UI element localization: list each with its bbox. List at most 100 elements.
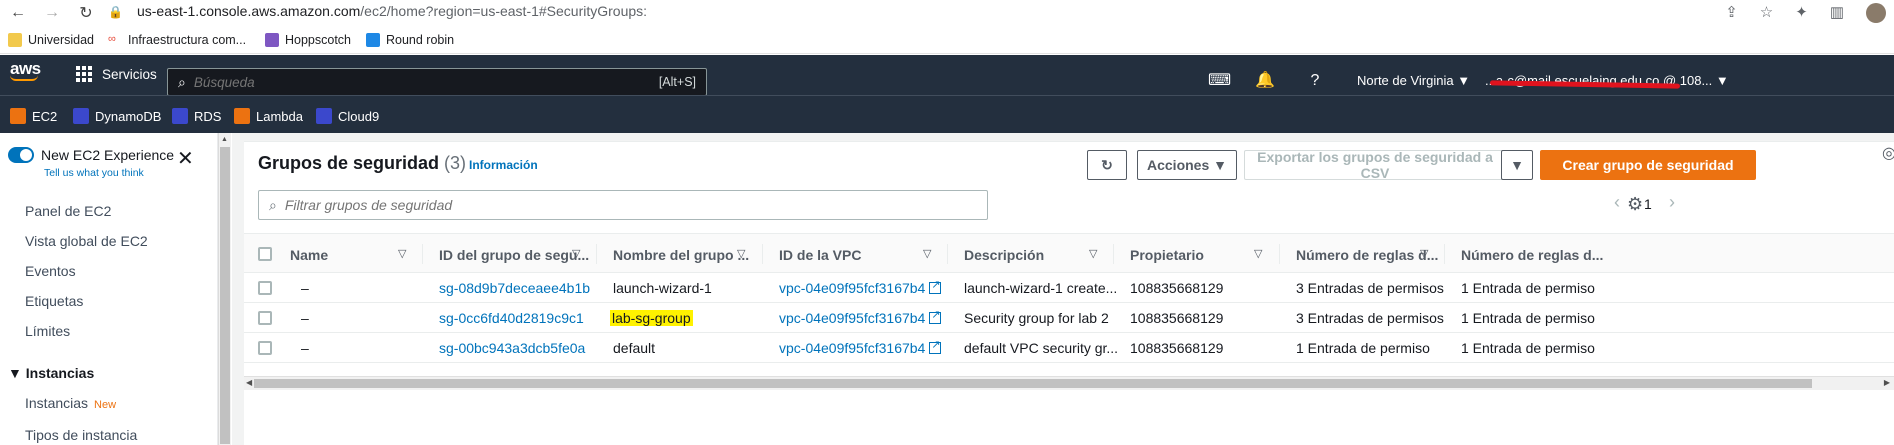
aws-logo[interactable]: aws: [10, 59, 41, 81]
sidebar-item-instance-types[interactable]: Tipos de instancia: [25, 427, 137, 443]
table-horizontal-scrollbar[interactable]: ◀ ▶: [244, 376, 1894, 390]
feedback-link[interactable]: Tell us what you think: [44, 167, 144, 179]
page-number[interactable]: 1: [1644, 196, 1652, 212]
group-id-link[interactable]: sg-0cc6fd40d2819c9c1: [439, 310, 584, 326]
star-icon[interactable]: ☆: [1760, 3, 1773, 23]
profile-avatar[interactable]: [1866, 3, 1886, 23]
region-selector[interactable]: Norte de Virginia ▼: [1357, 73, 1470, 88]
sidebar-item-tags[interactable]: Etiquetas: [25, 293, 83, 309]
sort-icon[interactable]: ▽: [1254, 247, 1262, 260]
export-csv-button[interactable]: Exportar los grupos de seguridad a CSV: [1244, 149, 1506, 181]
sidebar-item-events[interactable]: Eventos: [25, 263, 76, 279]
bookmark-icon: ∞: [108, 33, 116, 45]
sidebar-item-global-view[interactable]: Vista global de EC2: [25, 233, 148, 249]
sidebar-item-dashboard[interactable]: Panel de EC2: [25, 203, 111, 219]
lambda-icon: [234, 108, 250, 124]
sort-icon[interactable]: ▽: [923, 247, 931, 260]
reload-icon[interactable]: ↻: [76, 3, 96, 23]
scroll-left-icon[interactable]: ◀: [246, 378, 252, 387]
sidebar-section-instances[interactable]: ▼ Instancias: [8, 365, 94, 381]
bookmark-infraestructura[interactable]: ∞ Infraestructura com...: [108, 33, 246, 47]
sort-icon[interactable]: ▽: [398, 247, 406, 260]
search-input[interactable]: [193, 74, 659, 90]
bookmark-universidad[interactable]: Universidad: [8, 33, 94, 47]
vpc-id-link[interactable]: vpc-04e09f95fcf3167b4: [779, 338, 942, 356]
new-experience-toggle[interactable]: [8, 147, 34, 163]
select-all-checkbox[interactable]: [258, 247, 272, 261]
browser-toolbar: ← → ↻ 🔒 us-east-1.console.aws.amazon.com/…: [0, 0, 1894, 26]
scroll-up-icon[interactable]: ▲: [221, 136, 228, 143]
favorite-dynamodb[interactable]: DynamoDB: [73, 108, 161, 124]
table-row[interactable]: – sg-0cc6fd40d2819c9c1 lab-sg-group vpc-…: [244, 303, 1894, 333]
table-row[interactable]: – sg-08d9b7deceaee4b1b launch-wizard-1 v…: [244, 273, 1894, 303]
prev-page-icon[interactable]: ‹: [1614, 192, 1620, 213]
scroll-right-icon[interactable]: ▶: [1884, 378, 1890, 387]
share-icon[interactable]: ⇪: [1725, 3, 1738, 23]
refresh-icon: ↻: [1101, 156, 1113, 173]
bookmarks-bar: Universidad ∞ Infraestructura com... Hopp…: [0, 28, 1894, 54]
lock-icon: 🔒: [108, 5, 123, 19]
favorite-cloud9[interactable]: Cloud9: [316, 108, 379, 124]
sidebar-item-instances[interactable]: Instancias New: [25, 395, 116, 411]
column-group-name[interactable]: Nombre del grupo ...: [613, 247, 749, 263]
vpc-id-link[interactable]: vpc-04e09f95fcf3167b4: [779, 308, 942, 326]
gear-icon[interactable]: ⚙: [1627, 194, 1643, 215]
services-menu[interactable]: Servicios: [76, 66, 157, 82]
bookmark-round-robin[interactable]: Round robin: [366, 33, 454, 47]
column-group-id[interactable]: ID del grupo de segu...: [439, 247, 589, 263]
column-vpc-id[interactable]: ID de la VPC: [779, 247, 861, 263]
export-dropdown-button[interactable]: ▼: [1501, 150, 1533, 180]
cloudshell-icon[interactable]: ⌨: [1208, 71, 1231, 91]
dynamodb-icon: [73, 108, 89, 124]
forward-icon[interactable]: →: [42, 3, 62, 23]
url-path: /ec2/home?region=us-east-1#SecurityGroup…: [360, 3, 648, 19]
search-icon: ⌕: [178, 73, 186, 90]
row-checkbox[interactable]: [258, 341, 272, 355]
sort-icon[interactable]: ▽: [1420, 247, 1428, 260]
sort-icon[interactable]: ▽: [1089, 247, 1097, 260]
favorite-ec2[interactable]: EC2: [10, 108, 57, 124]
highlighted-group-name: lab-sg-group: [610, 310, 693, 326]
help-icon[interactable]: ?: [1305, 71, 1325, 91]
security-groups-panel: Grupos de seguridad (3) Información ↻ Ac…: [244, 141, 1894, 445]
extensions-icon[interactable]: ✦: [1795, 3, 1808, 23]
sort-icon[interactable]: ▽: [737, 247, 745, 260]
search-box[interactable]: ⌕ [Alt+S]: [167, 68, 707, 96]
favorite-rds[interactable]: RDS: [172, 108, 221, 124]
table-header: Name ▽ ID del grupo de segu... ▽ Nombre …: [244, 233, 1894, 273]
close-icon[interactable]: ✕: [177, 149, 194, 169]
row-checkbox[interactable]: [258, 311, 272, 325]
column-outbound-rules[interactable]: Número de reglas d...: [1461, 247, 1603, 263]
bookmark-hoppscotch[interactable]: Hoppscotch: [265, 33, 351, 47]
create-security-group-button[interactable]: Crear grupo de seguridad: [1540, 150, 1756, 180]
sidebar-item-limits[interactable]: Límites: [25, 323, 70, 339]
column-description[interactable]: Descripción: [964, 247, 1044, 263]
actions-button[interactable]: Acciones ▼: [1137, 150, 1237, 180]
group-id-link[interactable]: sg-00bc943a3dcb5fe0a: [439, 340, 585, 356]
filter-box[interactable]: ⌕: [258, 190, 988, 220]
favorite-lambda[interactable]: Lambda: [234, 108, 303, 124]
address-bar[interactable]: 🔒 us-east-1.console.aws.amazon.com/ec2/ho…: [108, 3, 647, 19]
scroll-thumb[interactable]: [220, 147, 230, 444]
table-row[interactable]: – sg-00bc943a3dcb5fe0a default vpc-04e09…: [244, 333, 1894, 363]
pc-icon: [366, 33, 380, 47]
back-icon[interactable]: ←: [8, 3, 28, 23]
sidepanel-icon[interactable]: ▥: [1830, 3, 1844, 23]
sort-icon[interactable]: ▽: [572, 247, 580, 260]
bell-icon[interactable]: 🔔: [1255, 71, 1275, 91]
filter-input[interactable]: [284, 197, 987, 213]
browser-nav: ← → ↻: [8, 3, 96, 23]
group-id-link[interactable]: sg-08d9b7deceaee4b1b: [439, 280, 590, 296]
sidebar-scrollbar[interactable]: ▲: [218, 133, 231, 445]
info-panel-icon[interactable]: ◎: [1882, 143, 1894, 163]
info-link[interactable]: Información: [469, 158, 538, 172]
column-inbound-rules[interactable]: Número de reglas d...: [1296, 247, 1438, 263]
row-checkbox[interactable]: [258, 281, 272, 295]
scroll-thumb[interactable]: [254, 379, 1812, 388]
caret-down-icon: ▼: [1510, 157, 1524, 173]
refresh-button[interactable]: ↻: [1087, 150, 1127, 180]
vpc-id-link[interactable]: vpc-04e09f95fcf3167b4: [779, 278, 942, 296]
column-name[interactable]: Name: [290, 247, 328, 263]
column-owner[interactable]: Propietario: [1130, 247, 1204, 263]
next-page-icon[interactable]: ›: [1669, 192, 1675, 213]
